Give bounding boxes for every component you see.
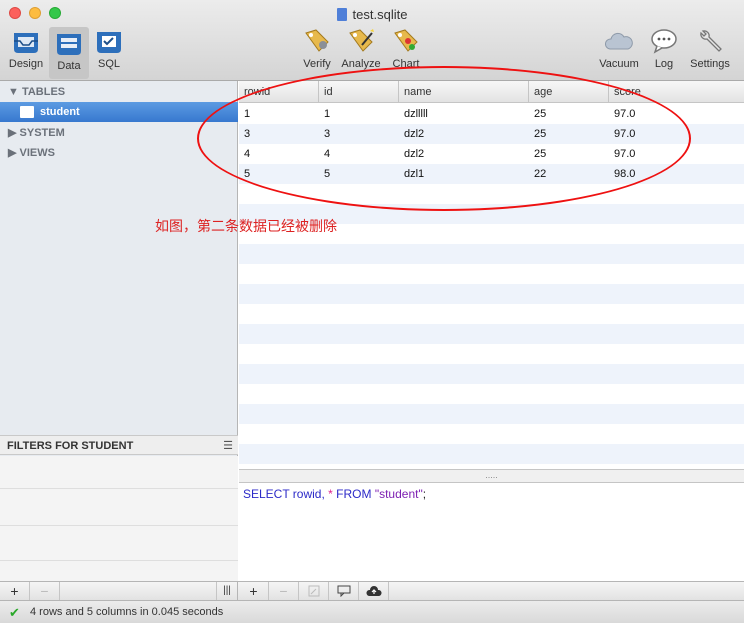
filters-panel — [0, 456, 238, 581]
verify-icon — [305, 29, 329, 52]
query-from: FROM — [336, 487, 375, 501]
empty-row — [239, 264, 744, 284]
delete-row-button[interactable]: − — [269, 582, 299, 601]
status-text: 4 rows and 5 columns in 0.045 seconds — [30, 606, 224, 618]
tables-section[interactable]: ▼ TABLES — [8, 86, 65, 98]
sql-icon — [97, 32, 121, 53]
design-button[interactable]: Design — [4, 27, 48, 70]
cloud-icon — [604, 32, 633, 50]
chart-icon — [394, 29, 418, 52]
empty-row — [239, 344, 744, 364]
remove-filter-button[interactable]: − — [30, 582, 60, 601]
comment-button[interactable] — [329, 582, 359, 601]
log-button[interactable]: Log — [648, 27, 680, 70]
checkmark-icon: ✔ — [9, 605, 20, 620]
edit-row-button[interactable] — [299, 582, 329, 601]
plus-icon: + — [10, 583, 19, 599]
table-icon — [20, 106, 34, 118]
upload-button[interactable] — [359, 582, 389, 601]
empty-row — [239, 364, 744, 384]
filters-divider — [0, 488, 238, 489]
window-title-container: test.sqlite — [0, 7, 744, 22]
sidebar-item-student[interactable]: student — [0, 102, 238, 122]
views-label: VIEWS — [19, 147, 55, 159]
sql-button[interactable]: SQL — [90, 27, 128, 70]
filters-header: FILTERS FOR STUDENT ☰ — [0, 435, 238, 455]
empty-row — [239, 284, 744, 304]
verify-button[interactable]: Verify — [298, 27, 336, 70]
data-icon — [57, 34, 81, 55]
data-button[interactable]: Data — [49, 27, 89, 79]
views-section[interactable]: ▶ VIEWS — [8, 146, 55, 159]
status-bar: ✔ 4 rows and 5 columns in 0.045 seconds — [0, 600, 744, 623]
empty-row — [239, 384, 744, 404]
sql-label: SQL — [97, 58, 120, 70]
window-title: test.sqlite — [352, 7, 408, 22]
wrench-icon — [700, 30, 722, 52]
settings-label: Settings — [690, 58, 730, 70]
data-label: Data — [57, 60, 81, 72]
system-section[interactable]: ▶ SYSTEM — [8, 126, 65, 139]
empty-row — [239, 244, 744, 264]
empty-row — [239, 304, 744, 324]
empty-row — [239, 404, 744, 424]
analyze-button[interactable]: Analyze — [338, 27, 384, 70]
verify-label: Verify — [303, 58, 331, 70]
add-filter-button[interactable]: + — [0, 582, 30, 601]
pane-splitter[interactable]: ..... — [239, 469, 744, 483]
design-label: Design — [8, 58, 44, 70]
empty-row — [239, 444, 744, 464]
comment-icon — [337, 585, 350, 598]
tables-label: TABLES — [21, 86, 66, 98]
query-table: "student" — [374, 487, 423, 501]
query-select: SELECT rowid, — [243, 487, 325, 501]
query-end: ; — [422, 487, 427, 501]
filters-divider — [0, 560, 238, 561]
edit-icon — [308, 585, 319, 597]
filters-title: FILTERS FOR STUDENT — [7, 440, 134, 452]
filters-menu-icon[interactable]: ☰ — [223, 439, 233, 452]
empty-row — [239, 424, 744, 444]
design-icon — [14, 33, 38, 53]
settings-button[interactable]: Settings — [686, 27, 734, 70]
columns-icon: ||| — [223, 585, 231, 596]
plus-icon: + — [249, 583, 258, 599]
minus-icon: − — [40, 583, 49, 599]
sql-query-editor[interactable]: SELECT rowid, * FROM "student"; — [239, 483, 744, 581]
bottom-toolbar: + − ||| + − — [0, 581, 744, 601]
annotation-text: 如图，第二条数据已经被删除 — [155, 218, 337, 234]
minus-icon: − — [279, 583, 288, 599]
document-icon — [336, 8, 347, 21]
columns-toggle-button[interactable]: ||| — [216, 582, 238, 601]
system-label: SYSTEM — [19, 127, 65, 139]
vacuum-label: Vacuum — [599, 58, 639, 70]
filters-divider — [0, 525, 238, 526]
vacuum-button[interactable]: Vacuum — [596, 27, 642, 70]
analyze-icon — [349, 29, 374, 52]
chart-button[interactable]: Chart — [386, 27, 426, 70]
log-label: Log — [654, 58, 674, 70]
cloud-upload-icon — [365, 586, 382, 596]
add-row-button[interactable]: + — [239, 582, 269, 601]
query-star: * — [324, 487, 337, 501]
annotation-ellipse — [197, 66, 691, 211]
speech-bubble-icon — [651, 29, 677, 54]
student-table-label: student — [40, 106, 80, 118]
empty-row — [239, 324, 744, 344]
